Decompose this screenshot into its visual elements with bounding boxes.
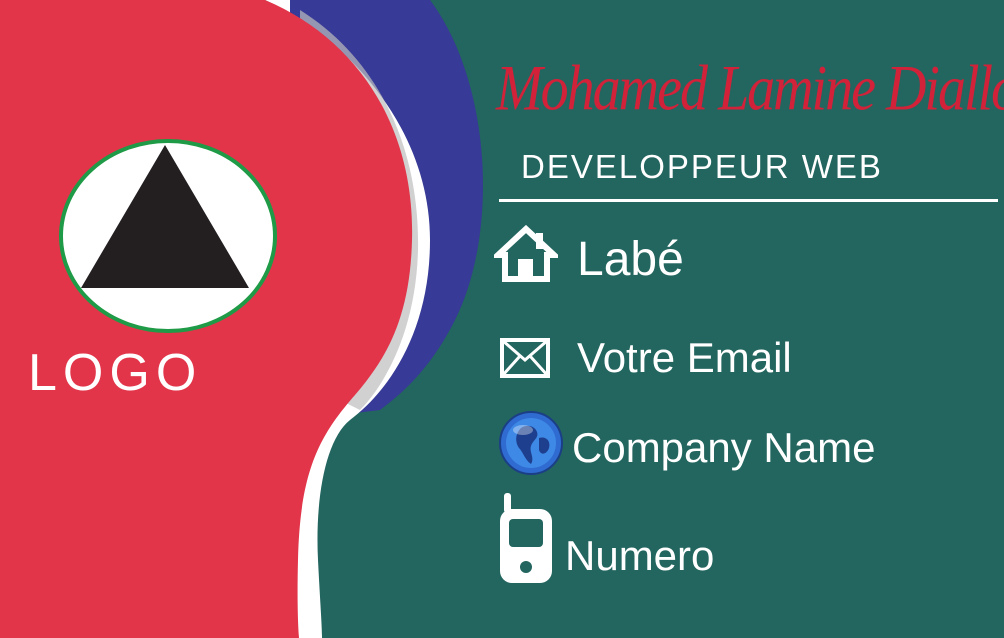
email-text: Votre Email	[577, 334, 792, 381]
city-text: Labé	[577, 233, 684, 286]
company-text: Company Name	[572, 424, 876, 471]
divider	[499, 199, 998, 202]
phone-text: Numero	[565, 532, 715, 579]
logo-label: LOGO	[28, 344, 203, 402]
phone-icon	[500, 493, 552, 583]
mail-icon	[500, 338, 550, 378]
business-card: LOGO Mohamed Lamine Diallo DEVELOPPEUR W…	[0, 0, 1004, 638]
person-name: Mohamed Lamine Diallo	[496, 53, 1004, 125]
job-title: DEVELOPPEUR WEB	[521, 148, 883, 185]
home-icon	[494, 225, 558, 282]
globe-icon	[499, 411, 563, 475]
